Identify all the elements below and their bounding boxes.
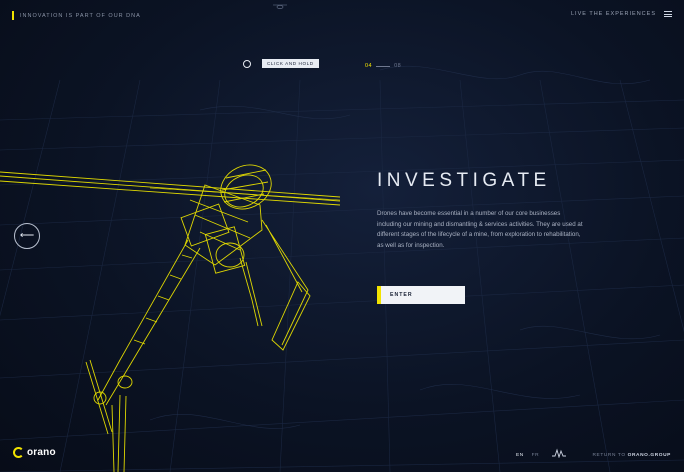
orano-logo-mark-icon [13,447,24,458]
return-prefix: RETURN TO [592,453,628,458]
enter-button[interactable]: ENTER [377,286,465,304]
return-site-name[interactable]: ORANO.GROUP [628,453,671,458]
enter-button-label[interactable]: ENTER [390,292,413,298]
lang-en[interactable]: EN [516,453,524,458]
orano-logo-text: orano [27,447,56,458]
page-title: INVESTIGATE [377,170,551,191]
lang-fr[interactable]: FR [532,453,539,458]
return-to-site-link[interactable]: RETURN TO ORANO.GROUP [592,453,671,458]
previous-button[interactable]: ⟵ [14,223,40,249]
description-text: Drones have become essential in a number… [377,210,583,249]
arrow-left-icon[interactable]: ⟵ [20,231,34,241]
sound-wave-icon[interactable] [552,448,566,458]
orano-logo[interactable]: orano [13,447,56,458]
language-switch[interactable]: EN FR [516,453,539,458]
experience-stage: INNOVATION IS PART OF OUR DNA LIVE THE E… [0,0,684,472]
